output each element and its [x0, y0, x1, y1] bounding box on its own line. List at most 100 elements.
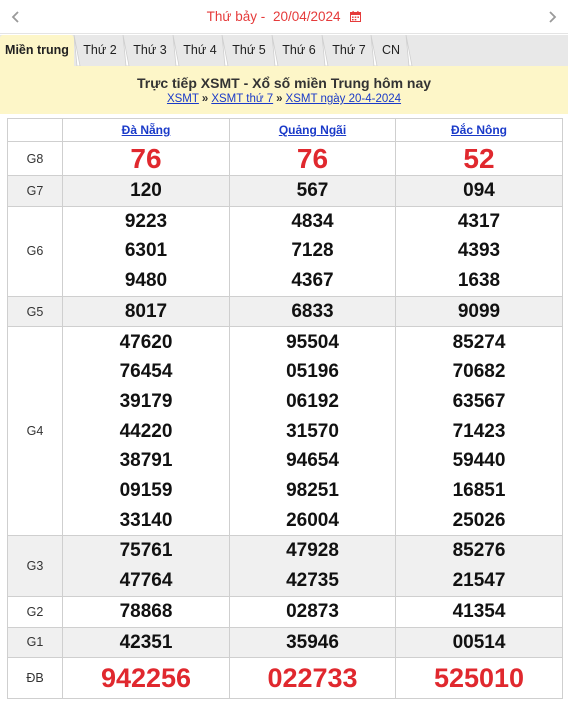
banner: Trực tiếp XSMT - Xổ số miền Trung hôm na…: [0, 66, 568, 114]
result-number: 4393: [457, 240, 501, 262]
result-number: 35946: [286, 631, 339, 653]
prize-label: G4: [7, 326, 63, 537]
result-number: 942256: [100, 663, 192, 694]
result-cell: 4317 4393 1638: [395, 205, 563, 297]
result-number: 76: [130, 143, 162, 174]
result-cell: 75761 47764: [62, 535, 230, 597]
result-number: 9099: [457, 300, 501, 322]
result-number: 76454: [119, 361, 173, 383]
result-number: 4317: [457, 210, 501, 232]
result-number: 09159: [119, 479, 173, 501]
date-value: 20/04/2024: [272, 8, 341, 24]
day-label: Thứ bảy -: [206, 8, 266, 24]
result-cell: 76: [62, 141, 230, 176]
result-cell: 52: [395, 141, 563, 176]
result-cell: 942256: [62, 657, 230, 700]
prize-label: G3: [7, 535, 63, 597]
result-number: 094: [463, 180, 495, 201]
result-number: 39179: [119, 390, 173, 412]
table-header-row: Đà Nẵng Quảng Ngãi Đắc Nông: [7, 118, 563, 142]
prize-row-g7: G7 120 567 094: [7, 175, 563, 207]
prize-row-g5: G5 8017 6833 9099: [7, 295, 563, 328]
result-number: 25026: [452, 509, 506, 531]
result-number: 38791: [119, 450, 173, 472]
result-number: 42351: [119, 631, 173, 653]
prize-row-g3: G3 75761 47764 47928 42735 85276 21547: [7, 535, 563, 597]
result-number: 00514: [452, 631, 506, 653]
breadcrumb-xsmt-date[interactable]: XSMT ngày 20-4-2024: [286, 93, 402, 105]
breadcrumb-sep: »: [276, 93, 283, 105]
result-number: 1638: [457, 270, 501, 292]
prize-row-g6: G6 9223 6301 9480 4834 7128 4367 4317 4393 1638: [7, 205, 563, 297]
prize-label: G1: [7, 626, 63, 659]
prize-row-g2: G2 78868 02873 41354: [7, 595, 563, 628]
breadcrumb-xsmt[interactable]: XSMT: [167, 93, 199, 105]
result-cell: 02873: [229, 595, 396, 628]
result-number: 9223: [124, 210, 168, 232]
date-bar: Thứ bảy - 20/04/2024: [0, 0, 568, 34]
province-header: Đà Nẵng: [62, 118, 230, 142]
result-number: 70682: [452, 361, 506, 383]
result-number: 02873: [286, 600, 339, 622]
calendar-icon[interactable]: [350, 10, 362, 22]
result-number: 6833: [291, 300, 334, 322]
result-cell: 00514: [395, 626, 563, 659]
result-number: 47764: [119, 570, 173, 592]
result-cell: 47928 42735: [229, 535, 396, 597]
province-header: Đắc Nông: [395, 118, 563, 142]
result-number: 26004: [286, 509, 339, 531]
tab-separators: [73, 35, 413, 66]
result-number: 94654: [286, 450, 339, 472]
result-number: 6301: [124, 240, 168, 262]
result-number: 022733: [267, 663, 358, 694]
result-cell: 41354: [395, 595, 563, 628]
result-cell: 42351: [62, 626, 230, 659]
result-cell: 76: [229, 141, 396, 176]
result-cell: 85276 21547: [395, 535, 563, 597]
result-number: 31570: [286, 420, 339, 442]
province-link-quang-ngai[interactable]: Quảng Ngãi: [279, 123, 346, 137]
prize-label: ĐB: [7, 657, 63, 700]
result-number: 33140: [119, 509, 173, 531]
chevron-right-icon[interactable]: [542, 6, 562, 28]
result-number: 41354: [452, 600, 506, 622]
result-number: 525010: [433, 663, 525, 694]
result-cell: 95504 05196 06192 31570 94654 98251 26004: [229, 326, 396, 537]
result-number: 85274: [452, 331, 506, 353]
prize-row-g4: G4 47620 76454 39179 44220 38791 09159 33140 955…: [7, 326, 563, 537]
result-number: 63567: [452, 390, 506, 412]
result-number: 76: [296, 143, 329, 174]
province-link-da-nang[interactable]: Đà Nẵng: [122, 123, 171, 137]
prize-label: G5: [7, 295, 63, 328]
result-cell: 35946: [229, 626, 396, 659]
breadcrumb-sep: »: [201, 93, 209, 105]
result-number: 44220: [119, 420, 173, 442]
result-number: 42735: [286, 570, 339, 592]
prize-label: G8: [7, 141, 63, 176]
result-cell: 78868: [62, 595, 230, 628]
result-cell: 9223 6301 9480: [62, 205, 230, 297]
result-cell: 094: [395, 175, 563, 207]
result-cell: 47620 76454 39179 44220 38791 09159 33140: [62, 326, 230, 537]
result-number: 59440: [452, 450, 506, 472]
corner-cell: [7, 118, 63, 142]
prize-label: G2: [7, 595, 63, 628]
result-number: 120: [130, 180, 162, 201]
result-cell: 022733: [229, 657, 396, 700]
result-number: 98251: [286, 479, 339, 501]
result-number: 52: [463, 143, 495, 174]
result-number: 85276: [452, 540, 506, 562]
breadcrumb-xsmt-thu-7[interactable]: XSMT thứ 7: [211, 93, 273, 105]
result-number: 75761: [119, 540, 173, 562]
province-link-dac-nong[interactable]: Đắc Nông: [451, 123, 507, 137]
result-cell: 567: [229, 175, 396, 207]
page-title: Trực tiếp XSMT - Xổ số miền Trung hôm na…: [136, 75, 432, 91]
result-number: 9480: [124, 270, 168, 292]
result-number: 95504: [286, 331, 339, 353]
result-number: 78868: [119, 600, 173, 622]
result-number: 4834: [291, 210, 334, 232]
result-number: 7128: [291, 240, 334, 262]
result-cell: 85274 70682 63567 71423 59440 16851 25026: [395, 326, 563, 537]
result-number: 47928: [286, 540, 339, 562]
date-display[interactable]: Thứ bảy - 20/04/2024: [0, 8, 568, 24]
